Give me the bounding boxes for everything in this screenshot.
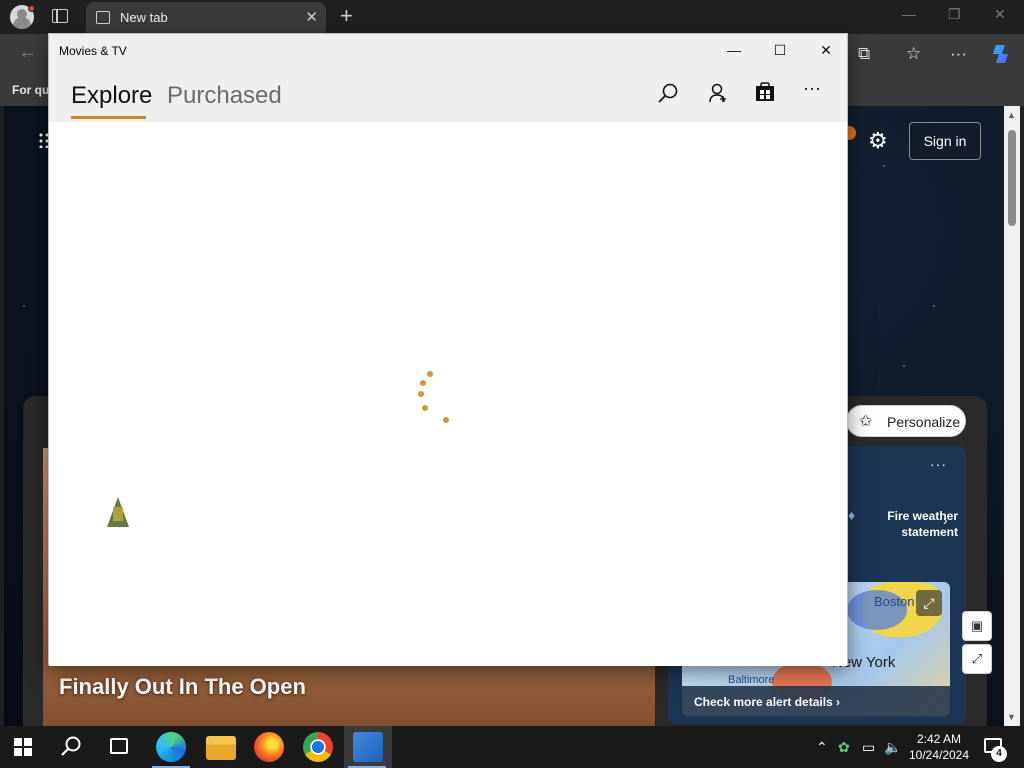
clock[interactable]: 2:42 AM 10/24/2024 [904, 731, 974, 763]
movies-tv-title-bar[interactable]: Movies & TV — ☐ ✕ [49, 34, 847, 66]
movies-tv-content [49, 122, 847, 666]
volume-icon[interactable]: 🔈 [884, 739, 901, 756]
more-options-icon[interactable]: ··· [803, 78, 821, 99]
network-app-icon[interactable]: ✿ [838, 739, 850, 756]
page-scrollbar[interactable]: ▲ ▼ [1004, 106, 1020, 726]
new-tab-favicon-icon [96, 11, 110, 24]
chevron-up-icon[interactable]: ⌃ [816, 739, 828, 756]
expand-map-icon[interactable]: ⤢ [916, 590, 942, 616]
spinner-dot [427, 371, 433, 377]
movies-tv-nav: Explore Purchased ··· [49, 66, 847, 122]
time: 2:42 AM [916, 732, 962, 746]
date: 10/24/2024 [908, 748, 970, 762]
movies-tv-icon[interactable] [353, 732, 383, 762]
map-label: Baltimore [728, 674, 775, 686]
extensions-icon[interactable]: ⧉ [858, 44, 870, 64]
more-icon[interactable]: ··· [950, 44, 967, 64]
tab-purchased[interactable]: Purchased [167, 82, 282, 110]
settings-gear-icon[interactable]: ⚙ [868, 128, 888, 154]
fullscreen-icon[interactable]: ⤢ [962, 644, 992, 674]
notification-count-badge: 4 [991, 746, 1007, 762]
network-icon[interactable]: ▭ [862, 739, 875, 756]
task-view-icon[interactable] [110, 738, 128, 754]
account-icon[interactable] [707, 82, 729, 104]
windows-start-icon[interactable] [14, 738, 32, 756]
search-icon[interactable] [60, 735, 82, 757]
close-button[interactable]: ✕ [803, 40, 849, 62]
sign-in-button[interactable]: Sign in [909, 122, 981, 160]
profile-notification-dot [28, 5, 35, 12]
favorites-bar-label: For qu [12, 83, 50, 97]
copilot-icon[interactable] [990, 42, 1014, 66]
chrome-icon[interactable] [303, 732, 333, 762]
scroll-down-icon[interactable]: ▼ [1007, 712, 1016, 722]
drag-cursor-icon [107, 497, 129, 527]
tab-title: New tab [120, 10, 168, 25]
firefox-icon[interactable] [254, 732, 284, 762]
taskbar: ⌃ ✿ ▭ 🔈 2:42 AM 10/24/2024 4 [0, 726, 1024, 768]
tab-actions-icon[interactable] [52, 9, 68, 23]
scroll-up-icon[interactable]: ▲ [1007, 110, 1016, 120]
tab-explore[interactable]: Explore [71, 82, 152, 110]
active-tab-indicator [71, 116, 146, 119]
new-tab-button[interactable]: + [340, 3, 353, 29]
spinner-dot [418, 391, 424, 397]
browser-maximize-button[interactable]: ❐ [948, 6, 961, 23]
check-alert-details-link[interactable]: Check more alert details › [682, 686, 950, 718]
feedback-icon[interactable]: ▣ [962, 611, 992, 641]
spinner-dot [422, 405, 428, 411]
browser-minimize-button[interactable]: — [902, 6, 916, 22]
spinner-dot [420, 380, 426, 386]
article-headline[interactable]: Finally Out In The Open [59, 674, 306, 700]
favorites-icon[interactable]: ☆ [906, 44, 921, 64]
edge-icon[interactable] [156, 732, 186, 762]
maximize-button[interactable]: ☐ [757, 40, 803, 62]
file-explorer-icon[interactable] [206, 736, 236, 760]
map-label: Boston [874, 594, 915, 609]
browser-tab-new-tab[interactable]: New tab ✕ [86, 2, 326, 34]
personalize-label: Personalize [887, 414, 961, 430]
chevron-right-icon[interactable]: › [943, 512, 948, 528]
store-icon[interactable] [754, 81, 776, 103]
browser-close-button[interactable]: ✕ [994, 6, 1006, 23]
search-icon[interactable] [657, 82, 679, 104]
scrollbar-thumb[interactable] [1008, 130, 1016, 226]
browser-tab-strip: New tab ✕ + — ❐ ✕ [0, 0, 1024, 34]
personalize-button[interactable]: ✩ Personalize [846, 405, 966, 437]
back-icon[interactable]: ← [18, 41, 38, 64]
personalize-icon: ✩ [859, 413, 873, 430]
tab-close-icon[interactable]: ✕ [305, 8, 318, 26]
movies-tv-window: Movies & TV — ☐ ✕ Explore Purchased ··· [48, 33, 848, 666]
weather-more-icon[interactable]: ··· [930, 456, 947, 472]
minimize-button[interactable]: — [711, 40, 757, 62]
spinner-dot [443, 417, 449, 423]
window-title: Movies & TV [59, 44, 127, 58]
